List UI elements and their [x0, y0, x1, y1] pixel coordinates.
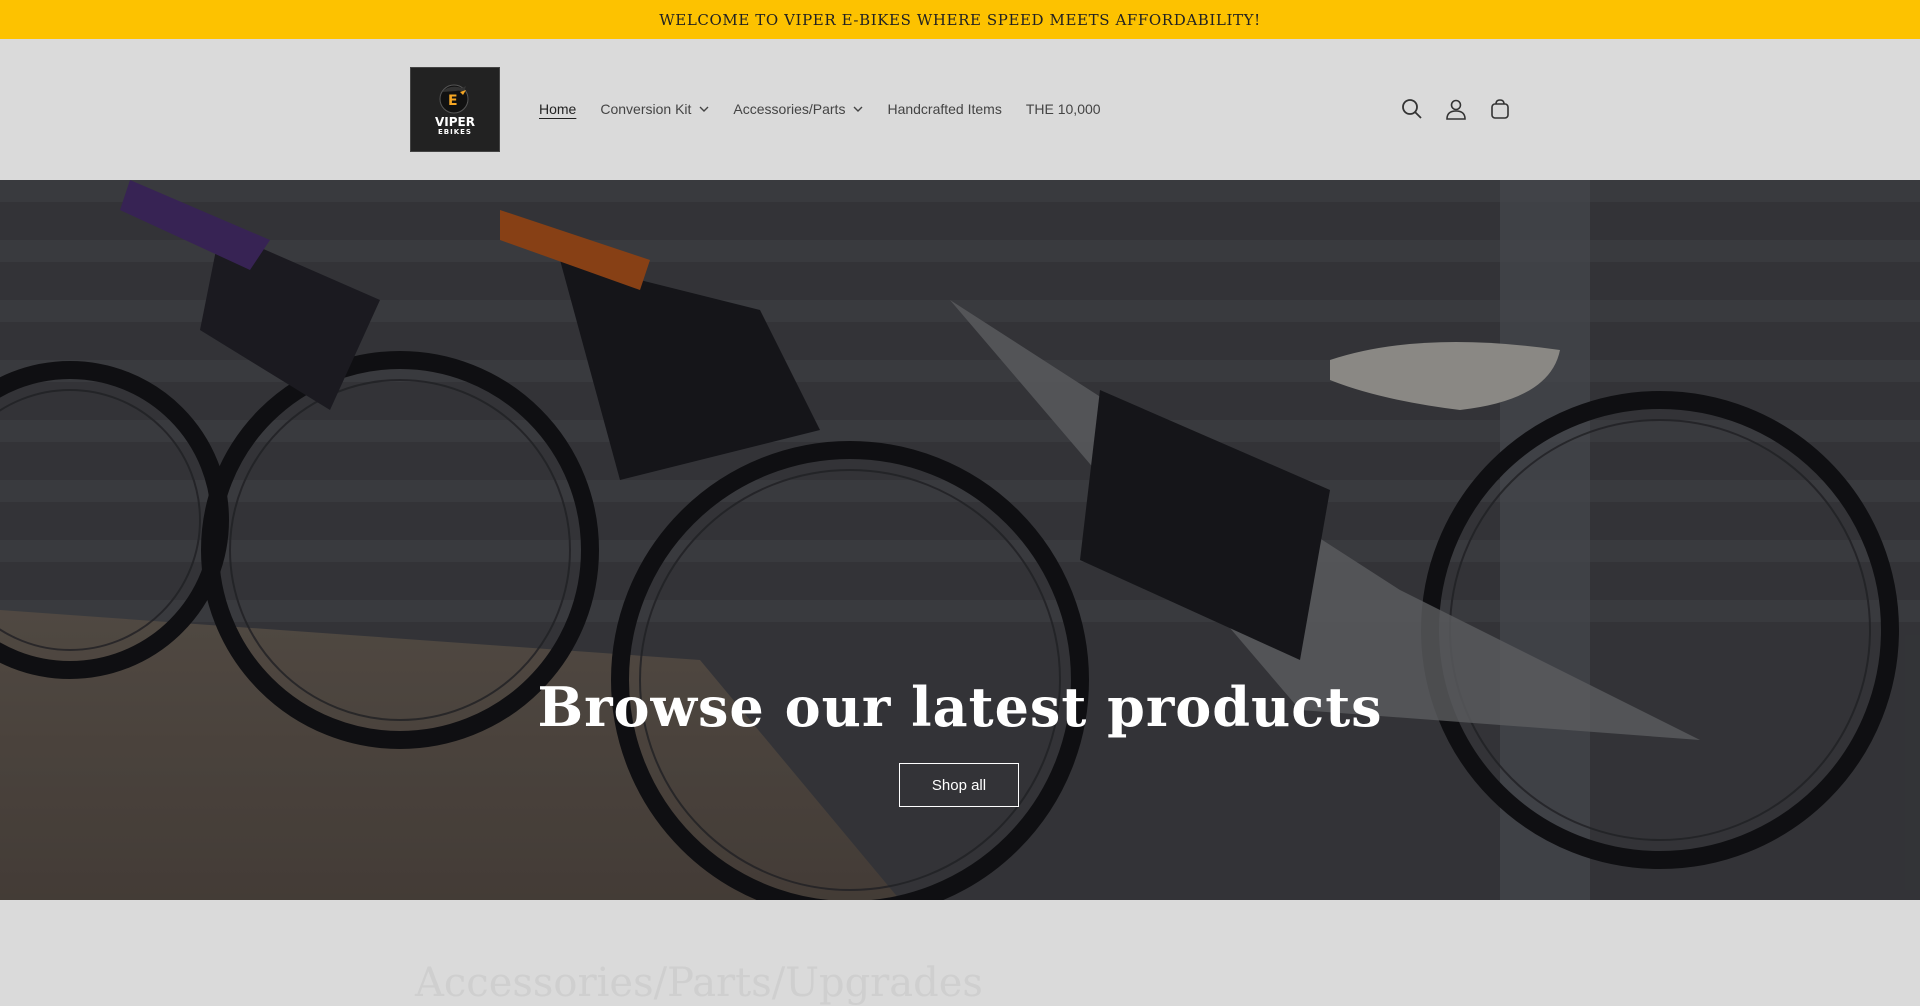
account-icon: [1446, 99, 1466, 120]
shop-all-button[interactable]: Shop all: [899, 763, 1019, 807]
nav-item-handcrafted-items[interactable]: Handcrafted Items: [887, 101, 1001, 117]
announcement-text: WELCOME TO VIPER E-BIKES WHERE SPEED MEE…: [659, 10, 1261, 29]
nav-item-accessories-parts[interactable]: Accessories/Parts: [733, 101, 863, 117]
site-header: E VIPER EBIKES Home Conversion Kit Acces…: [0, 39, 1920, 180]
section-title: Accessories/Parts/Upgrades: [415, 960, 983, 1006]
cart-button[interactable]: [1478, 95, 1522, 123]
chevron-down-icon: [853, 106, 863, 112]
account-button[interactable]: [1434, 95, 1478, 123]
main-nav: Home Conversion Kit Accessories/Parts Ha…: [539, 97, 1125, 121]
nav-item-conversion-kit[interactable]: Conversion Kit: [600, 101, 709, 117]
viper-logo-icon: E: [439, 84, 469, 114]
featured-collection-section: Accessories/Parts/Upgrades: [0, 900, 1920, 1006]
nav-item-the-10000[interactable]: THE 10,000: [1026, 101, 1101, 117]
nav-item-label: Home: [539, 101, 577, 117]
nav-item-label: Accessories/Parts: [733, 101, 846, 117]
nav-item-label: Handcrafted Items: [887, 101, 1002, 117]
nav-item-label: Conversion Kit: [600, 101, 692, 117]
announcement-bar: WELCOME TO VIPER E-BIKES WHERE SPEED MEE…: [0, 0, 1920, 39]
header-icons: [1390, 95, 1522, 123]
nav-item-home[interactable]: Home: [539, 101, 576, 117]
chevron-down-icon: [699, 106, 709, 112]
logo-name: VIPER: [435, 115, 475, 129]
hero-banner: Browse our latest products Shop all: [0, 180, 1920, 900]
cart-icon: [1491, 99, 1509, 119]
logo-subtitle: EBIKES: [438, 128, 472, 136]
search-button[interactable]: [1390, 95, 1434, 123]
nav-item-label: THE 10,000: [1025, 101, 1101, 117]
hero-title: Browse our latest products: [537, 675, 1383, 739]
search-icon: [1402, 99, 1422, 119]
site-logo[interactable]: E VIPER EBIKES: [410, 67, 500, 152]
svg-text:E: E: [448, 93, 458, 109]
